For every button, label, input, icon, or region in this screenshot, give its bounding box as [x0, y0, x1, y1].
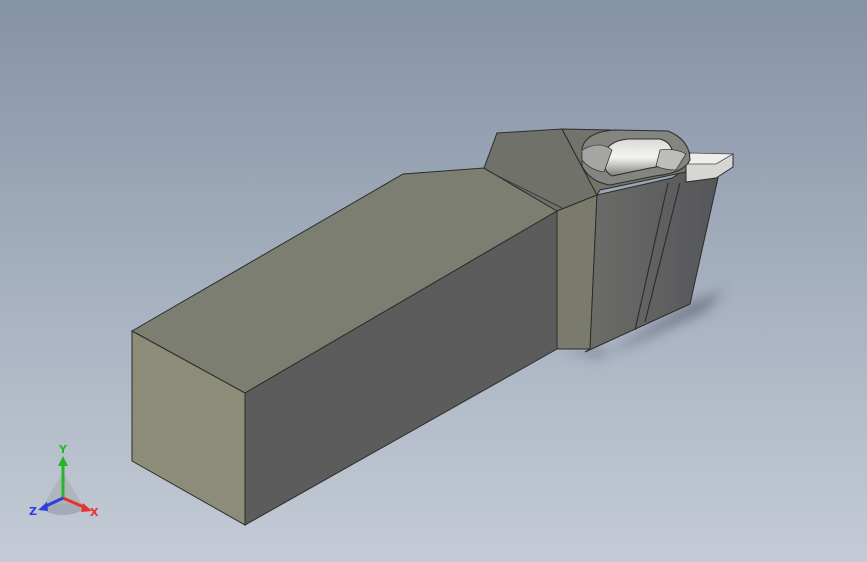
tool-holder-model[interactable]: [0, 0, 867, 562]
z-axis-arrow: [38, 502, 48, 511]
graphics-viewport[interactable]: Y X Z: [0, 0, 867, 562]
y-axis-label: Y: [58, 443, 68, 456]
y-axis-arrow: [58, 456, 68, 466]
z-axis-label: Z: [29, 505, 37, 518]
axis-triad[interactable]: Y X Z: [0, 440, 120, 540]
x-axis-label: X: [90, 506, 99, 519]
